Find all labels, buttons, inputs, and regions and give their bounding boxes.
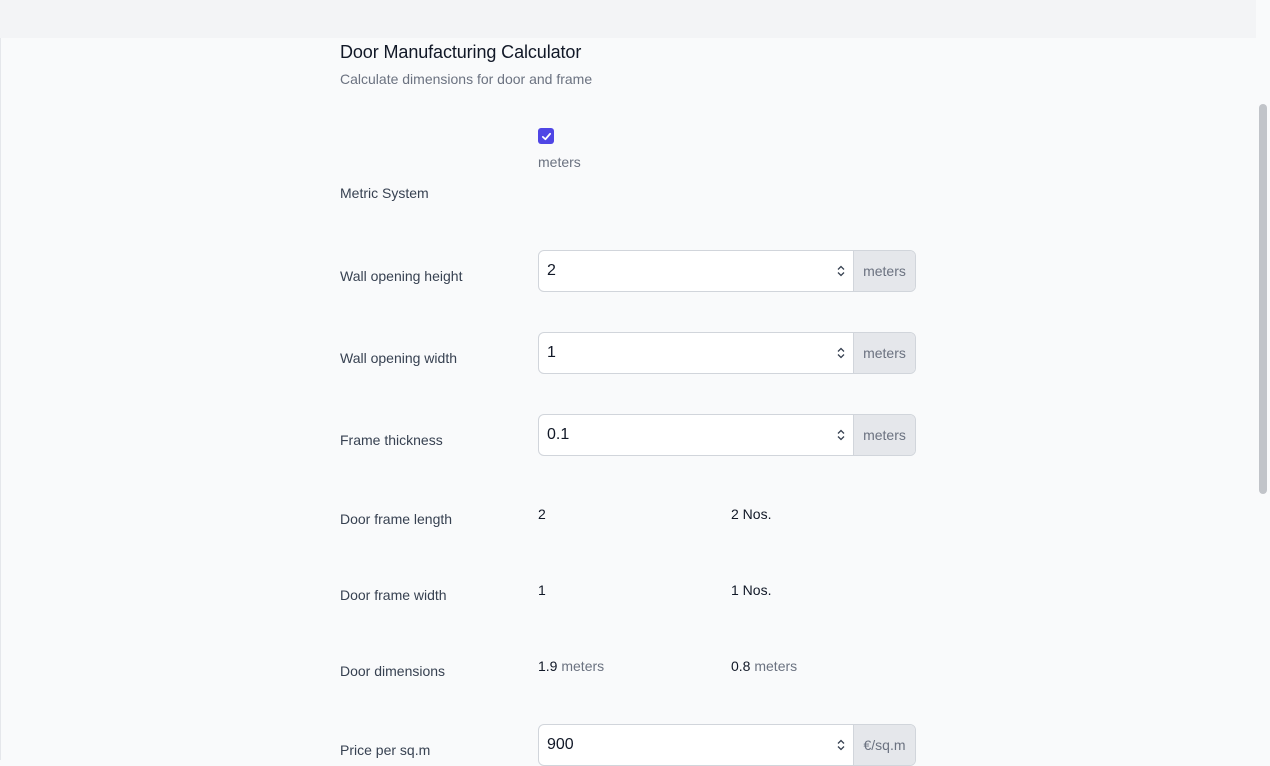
wall-opening-width-unit: meters (853, 333, 915, 373)
door-height-result: 1.9 meters (538, 658, 604, 674)
door-frame-width-count: 1 Nos. (731, 582, 772, 598)
metric-unit-text: meters (538, 154, 581, 170)
frame-thickness-spinner[interactable] (829, 415, 853, 455)
price-per-sqm-unit: €/sq.m (853, 725, 915, 765)
wall-opening-width-group: meters (538, 332, 916, 374)
metric-system-label: Metric System (340, 185, 429, 201)
page-title: Door Manufacturing Calculator (340, 42, 582, 62)
door-frame-length-value: 2 (538, 506, 546, 522)
wall-opening-width-input[interactable] (539, 333, 829, 373)
frame-thickness-group: meters (538, 414, 916, 456)
wall-opening-width-spinner[interactable] (829, 333, 853, 373)
wall-opening-height-spinner[interactable] (829, 251, 853, 291)
door-frame-width-label: Door frame width (340, 587, 447, 603)
page-viewport (0, 38, 1258, 760)
frame-thickness-label: Frame thickness (340, 432, 443, 448)
door-dimensions-label: Door dimensions (340, 663, 446, 679)
frame-thickness-unit: meters (853, 415, 915, 455)
door-width-result: 0.8 meters (731, 658, 797, 674)
price-per-sqm-label: Price per sq.m (340, 742, 431, 758)
wall-opening-height-label: Wall opening height (340, 268, 463, 284)
wall-opening-height-input[interactable] (539, 251, 829, 291)
door-height-unit: meters (561, 658, 605, 674)
price-per-sqm-spinner[interactable] (829, 725, 853, 765)
door-frame-width-value: 1 (538, 582, 546, 598)
door-width-unit: meters (754, 658, 798, 674)
page-subtitle: Calculate dimensions for door and frame (340, 71, 593, 87)
spinner-arrows-icon (837, 347, 845, 359)
spinner-arrows-icon (837, 429, 845, 441)
wall-opening-height-unit: meters (853, 251, 915, 291)
wall-opening-height-group: meters (538, 250, 916, 292)
frame-thickness-input[interactable] (539, 415, 829, 455)
scrollbar-track[interactable] (1256, 0, 1270, 760)
browser-top-strip (0, 0, 1256, 39)
scrollbar-thumb[interactable] (1259, 104, 1267, 494)
checkmark-icon (541, 132, 551, 140)
door-frame-length-label: Door frame length (340, 511, 453, 527)
door-width-value: 0.8 (731, 658, 751, 674)
wall-opening-width-label: Wall opening width (340, 350, 457, 366)
spinner-arrows-icon (837, 265, 845, 277)
spinner-arrows-icon (837, 739, 845, 751)
metric-system-checkbox[interactable] (538, 128, 554, 144)
door-height-value: 1.9 (538, 658, 558, 674)
door-frame-length-count: 2 Nos. (731, 506, 772, 522)
price-per-sqm-input[interactable] (539, 725, 829, 765)
